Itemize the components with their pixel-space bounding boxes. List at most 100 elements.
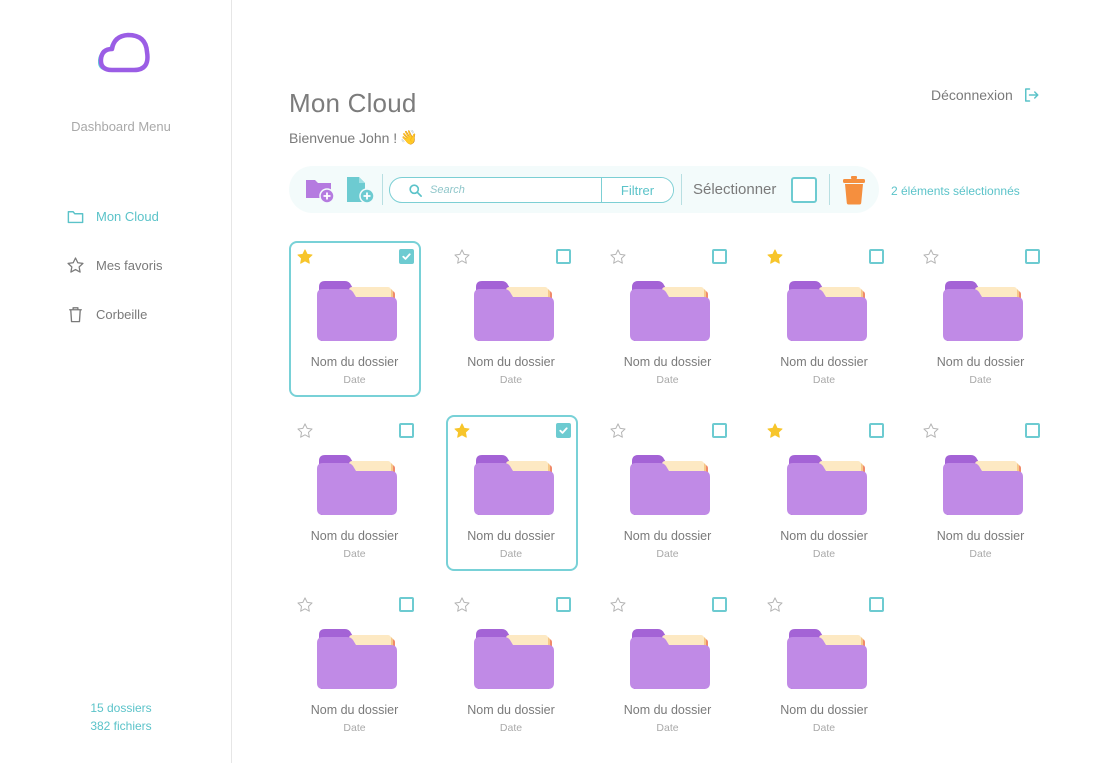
folder-icon: [630, 281, 710, 341]
folder-icon: [786, 281, 867, 341]
storage-stats: 15 dossiers 382 fichiers: [0, 699, 242, 735]
folder-date: Date: [812, 374, 836, 386]
folder-name: Nom du dossier: [623, 703, 712, 717]
folder-date: Date: [499, 722, 523, 734]
select-checkbox[interactable]: [399, 423, 414, 438]
sidebar-nav: Mon Cloud Mes favoris Corbeille: [66, 206, 162, 353]
folder-card[interactable]: Nom du dossier Date: [759, 415, 891, 571]
new-folder-icon[interactable]: [305, 176, 335, 204]
star-icon[interactable]: [766, 596, 784, 614]
folder-card[interactable]: Nom du dossier Date: [915, 415, 1047, 571]
select-checkbox[interactable]: [555, 597, 571, 612]
folder-card[interactable]: Nom du dossier Date: [602, 241, 734, 397]
folders-count: 15 dossiers: [90, 701, 152, 715]
sidebar: Dashboard Menu Mon Cloud Mes favoris Cor…: [0, 0, 232, 763]
folder-date: Date: [969, 548, 992, 560]
folder-date: Date: [499, 374, 523, 386]
folder-card[interactable]: Nom du dossier Date: [289, 589, 421, 745]
sidebar-item-mes-favoris[interactable]: Mes favoris: [66, 255, 162, 275]
select-checkbox[interactable]: [555, 423, 571, 438]
select-checkbox[interactable]: [868, 249, 884, 264]
select-checkbox[interactable]: [868, 597, 884, 612]
select-label: Sélectionner: [693, 181, 777, 198]
select-checkbox[interactable]: [712, 597, 727, 612]
star-filled-icon[interactable]: [453, 422, 471, 440]
folder-icon: [630, 629, 710, 689]
folder-icon: [786, 455, 867, 515]
sidebar-item-mon-cloud[interactable]: Mon Cloud: [66, 206, 162, 226]
search-icon: [409, 183, 422, 197]
folder-icon: [943, 455, 1023, 515]
star-icon[interactable]: [296, 422, 314, 440]
select-checkbox[interactable]: [399, 249, 414, 264]
star-icon[interactable]: [609, 422, 627, 440]
folder-card[interactable]: Nom du dossier Date: [289, 241, 421, 397]
folder-date: Date: [656, 374, 679, 386]
folder-name: Nom du dossier: [467, 703, 555, 717]
folder-icon: [786, 629, 867, 689]
select-checkbox[interactable]: [712, 249, 727, 264]
folder-card[interactable]: Nom du dossier Date: [446, 241, 578, 397]
folder-icon: [317, 629, 397, 689]
search-bar: Filtrer: [389, 177, 674, 203]
folder-name: Nom du dossier: [310, 529, 399, 543]
star-icon[interactable]: [453, 596, 471, 614]
files-count: 382 fichiers: [90, 719, 152, 733]
filter-button[interactable]: Filtrer: [601, 178, 673, 202]
select-checkbox[interactable]: [868, 423, 884, 438]
folder-name: Nom du dossier: [623, 355, 712, 369]
logout-button[interactable]: Déconnexion: [931, 86, 1040, 104]
delete-icon[interactable]: [842, 175, 866, 205]
star-icon[interactable]: [609, 596, 627, 614]
new-file-icon[interactable]: [345, 176, 375, 204]
waving-hand-icon: 👋: [400, 129, 418, 145]
star-filled-icon[interactable]: [766, 422, 784, 440]
trash-icon: [69, 306, 82, 322]
folder-icon: [473, 455, 554, 515]
folder-date: Date: [656, 722, 679, 734]
select-checkbox[interactable]: [1025, 423, 1040, 438]
folder-icon: [473, 629, 554, 689]
folder-date: Date: [343, 374, 366, 386]
check-icon: [558, 427, 568, 434]
star-icon[interactable]: [296, 596, 314, 614]
search-input[interactable]: [430, 184, 595, 196]
folder-name: Nom du dossier: [310, 703, 399, 717]
folder-date: Date: [343, 722, 366, 734]
folder-date: Date: [656, 548, 679, 560]
welcome-text: Bienvenue John !: [289, 129, 398, 146]
folder-name: Nom du dossier: [467, 529, 555, 543]
page-title: Mon Cloud: [289, 88, 417, 118]
select-all-checkbox[interactable]: [791, 177, 817, 203]
folder-card[interactable]: Nom du dossier Date: [759, 589, 891, 745]
sidebar-item-label: Mon Cloud: [96, 208, 159, 224]
star-filled-icon[interactable]: [296, 248, 314, 266]
sidebar-item-label: Mes favoris: [96, 257, 163, 273]
check-icon: [402, 253, 411, 260]
folder-date: Date: [343, 548, 366, 560]
folder-name: Nom du dossier: [936, 355, 1025, 369]
folder-date: Date: [812, 548, 836, 560]
folder-name: Nom du dossier: [780, 529, 868, 543]
folder-card[interactable]: Nom du dossier Date: [759, 241, 891, 397]
folder-card[interactable]: Nom du dossier Date: [289, 415, 421, 571]
star-icon[interactable]: [922, 422, 940, 440]
folder-name: Nom du dossier: [310, 355, 399, 369]
cloud-logo-icon[interactable]: [98, 30, 154, 74]
sidebar-item-corbeille[interactable]: Corbeille: [66, 304, 162, 324]
star-icon[interactable]: [609, 248, 627, 266]
star-icon[interactable]: [922, 248, 940, 266]
select-checkbox[interactable]: [1025, 249, 1040, 264]
select-checkbox[interactable]: [712, 423, 727, 438]
star-icon[interactable]: [453, 248, 471, 266]
select-checkbox[interactable]: [555, 249, 571, 264]
folder-card[interactable]: Nom du dossier Date: [445, 415, 578, 571]
folder-name: Nom du dossier: [780, 703, 868, 717]
folder-card[interactable]: Nom du dossier Date: [602, 589, 734, 745]
star-filled-icon[interactable]: [766, 248, 784, 266]
select-checkbox[interactable]: [399, 597, 414, 612]
folder-date: Date: [499, 548, 523, 560]
folder-card[interactable]: Nom du dossier Date: [915, 241, 1047, 397]
folder-card[interactable]: Nom du dossier Date: [446, 589, 578, 745]
folder-card[interactable]: Nom du dossier Date: [602, 415, 734, 571]
